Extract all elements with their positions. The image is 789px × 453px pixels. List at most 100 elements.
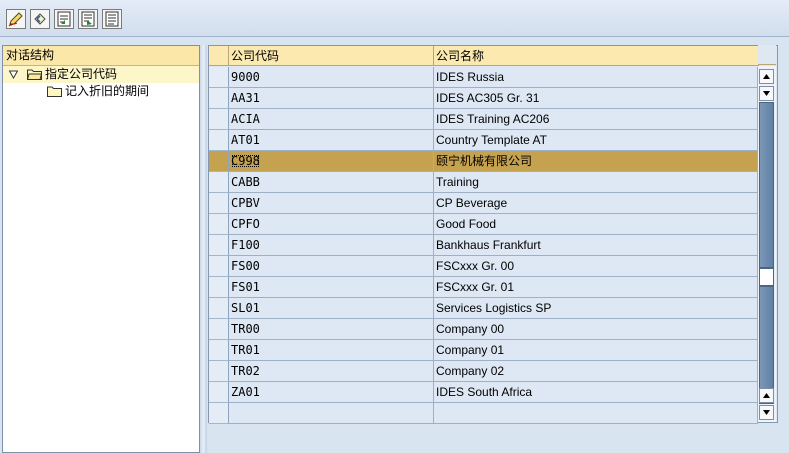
company-name-cell[interactable]: Good Food <box>434 214 758 235</box>
company-code-cell[interactable]: 9000 <box>229 67 434 88</box>
panel-splitter[interactable] <box>200 45 207 453</box>
vertical-scrollbar[interactable] <box>758 66 776 422</box>
company-code-cell[interactable]: CPFO <box>229 214 434 235</box>
tree-node-assign-company-code[interactable]: 指定公司代码 <box>3 66 199 83</box>
company-code-cell[interactable]: CPBV <box>229 193 434 214</box>
row-selector[interactable] <box>209 340 229 361</box>
table-row[interactable]: TR01 Company 01 <box>209 340 759 361</box>
company-name-cell[interactable]: Country Template AT <box>434 130 758 151</box>
table-config-corner[interactable] <box>758 45 776 65</box>
company-name-cell[interactable]: Training <box>434 172 758 193</box>
table-header-row: 公司代码 公司名称 <box>209 46 759 67</box>
company-name-cell[interactable]: FSCxxx Gr. 00 <box>434 256 758 277</box>
company-name-cell[interactable]: Bankhaus Frankfurt <box>434 235 758 256</box>
company-code-table: 公司代码 公司名称 9000 IDES Russia AA31 IDES AC305 … <box>208 45 778 424</box>
row-selector[interactable] <box>209 235 229 256</box>
company-code-cell[interactable]: C998 <box>229 151 434 172</box>
previous-entry-button[interactable] <box>54 9 74 29</box>
company-name-cell[interactable] <box>434 403 758 424</box>
column-header-company-name[interactable]: 公司名称 <box>434 46 759 66</box>
tree-node-depreciation-periods[interactable]: 记入折旧的期间 <box>3 83 199 100</box>
folder-icon <box>47 86 62 97</box>
company-code-cell[interactable]: AA31 <box>229 88 434 109</box>
table-row[interactable]: FS00 FSCxxx Gr. 00 <box>209 256 759 277</box>
row-selector[interactable] <box>209 298 229 319</box>
row-selector[interactable] <box>209 109 229 130</box>
company-code-cell[interactable]: CABB <box>229 172 434 193</box>
table-row[interactable]: ACIA IDES Training AC206 <box>209 109 759 130</box>
scroll-thumb[interactable] <box>759 268 774 286</box>
row-selector[interactable] <box>209 151 229 172</box>
table-row[interactable]: TR02 Company 02 <box>209 361 759 382</box>
company-name-cell[interactable]: Services Logistics SP <box>434 298 758 319</box>
arrow-up-icon <box>763 393 770 398</box>
folder-open-icon <box>27 69 42 80</box>
table-row[interactable]: FS01 FSCxxx Gr. 01 <box>209 277 759 298</box>
table-row[interactable]: CPFO Good Food <box>209 214 759 235</box>
scroll-track-lower[interactable] <box>759 286 774 404</box>
company-code-cell[interactable]: TR02 <box>229 361 434 382</box>
table-row[interactable]: CPBV CP Beverage <box>209 193 759 214</box>
table-row[interactable]: ZA01 IDES South Africa <box>209 382 759 403</box>
row-selector[interactable] <box>209 130 229 151</box>
undo-icon <box>34 13 46 25</box>
undo-button[interactable] <box>30 9 50 29</box>
company-name-cell[interactable]: IDES South Africa <box>434 382 758 403</box>
edit-pen-button[interactable] <box>6 9 26 29</box>
row-selector[interactable] <box>209 67 229 88</box>
column-header-company-code[interactable]: 公司代码 <box>229 46 434 66</box>
table-row[interactable]: AT01 Country Template AT <box>209 130 759 151</box>
table-row[interactable]: SL01 Services Logistics SP <box>209 298 759 319</box>
company-name-cell[interactable]: Company 00 <box>434 319 758 340</box>
company-code-cell[interactable]: AT01 <box>229 130 434 151</box>
table-row[interactable] <box>209 403 759 424</box>
company-name-cell[interactable]: IDES Training AC206 <box>434 109 758 130</box>
company-name-cell[interactable]: CP Beverage <box>434 193 758 214</box>
next-entry-button[interactable] <box>78 9 98 29</box>
scroll-up-button[interactable] <box>759 69 774 84</box>
expand-triangle-icon[interactable] <box>9 70 18 79</box>
table-row[interactable]: CABB Training <box>209 172 759 193</box>
row-selector[interactable] <box>209 172 229 193</box>
table-row[interactable]: TR00 Company 00 <box>209 319 759 340</box>
company-name-cell[interactable]: Company 01 <box>434 340 758 361</box>
scroll-down-button[interactable] <box>759 405 774 420</box>
details-icon <box>105 11 119 27</box>
next-entry-icon <box>81 11 95 27</box>
table-row[interactable]: 9000 IDES Russia <box>209 67 759 88</box>
scroll-track-upper[interactable] <box>759 102 774 268</box>
table-row[interactable]: F100 Bankhaus Frankfurt <box>209 235 759 256</box>
row-selector[interactable] <box>209 319 229 340</box>
arrow-up-icon <box>763 74 770 79</box>
select-all-header[interactable] <box>209 46 229 66</box>
table-row[interactable]: C998 颐宁机械有限公司 <box>209 151 759 172</box>
row-selector[interactable] <box>209 382 229 403</box>
company-name-cell[interactable]: 颐宁机械有限公司 <box>434 151 758 172</box>
company-code-cell[interactable]: TR01 <box>229 340 434 361</box>
details-button[interactable] <box>102 9 122 29</box>
company-code-cell[interactable]: FS00 <box>229 256 434 277</box>
company-name-cell[interactable]: Company 02 <box>434 361 758 382</box>
scroll-down-button-top[interactable] <box>759 86 774 101</box>
company-code-cell[interactable]: FS01 <box>229 277 434 298</box>
company-name-cell[interactable]: IDES AC305 Gr. 31 <box>434 88 758 109</box>
row-selector[interactable] <box>209 88 229 109</box>
focus-indicator: C998 <box>231 154 260 168</box>
company-code-cell[interactable]: ACIA <box>229 109 434 130</box>
dialog-structure-header: 对话结构 <box>3 46 199 66</box>
table-row[interactable]: AA31 IDES AC305 Gr. 31 <box>209 88 759 109</box>
company-name-cell[interactable]: IDES Russia <box>434 67 758 88</box>
company-code-cell[interactable]: F100 <box>229 235 434 256</box>
scroll-up-button-bottom[interactable] <box>759 388 774 403</box>
row-selector[interactable] <box>209 361 229 382</box>
company-name-cell[interactable]: FSCxxx Gr. 01 <box>434 277 758 298</box>
row-selector[interactable] <box>209 256 229 277</box>
row-selector[interactable] <box>209 403 229 424</box>
row-selector[interactable] <box>209 277 229 298</box>
company-code-cell[interactable]: ZA01 <box>229 382 434 403</box>
company-code-cell[interactable] <box>229 403 434 424</box>
row-selector[interactable] <box>209 214 229 235</box>
row-selector[interactable] <box>209 193 229 214</box>
company-code-cell[interactable]: SL01 <box>229 298 434 319</box>
company-code-cell[interactable]: TR00 <box>229 319 434 340</box>
